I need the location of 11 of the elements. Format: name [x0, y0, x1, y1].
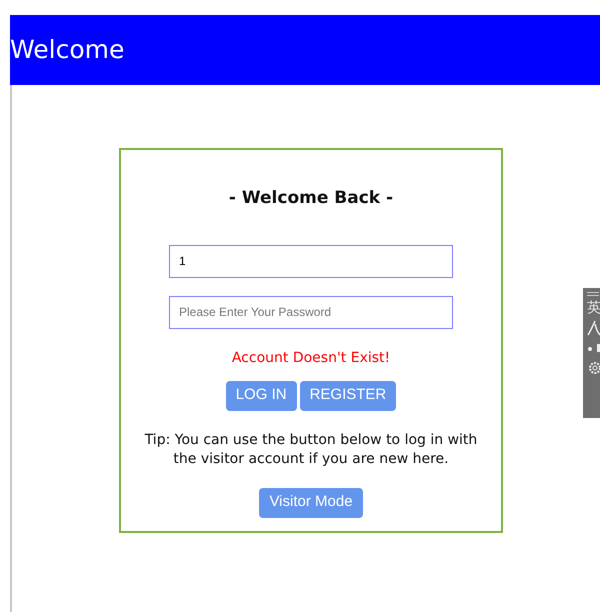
header-title: Welcome	[10, 34, 124, 66]
register-button[interactable]: REGISTER	[300, 380, 396, 410]
username-field[interactable]: 1	[169, 244, 453, 278]
login-heading: - Welcome Back -	[228, 187, 394, 210]
visitor-mode-button[interactable]: Visitor Mode	[259, 488, 363, 518]
login-button[interactable]: LOG IN	[226, 380, 297, 410]
password-field[interactable]: Please Enter Your Password	[169, 296, 453, 328]
tip-text: Tip: You can use the button below to log in with the visitor account if you are new here.	[144, 430, 478, 468]
error-message: Account Doesn't Exist!	[232, 348, 390, 368]
settings-icon[interactable]	[587, 360, 600, 376]
grip-icon[interactable]	[587, 292, 599, 296]
